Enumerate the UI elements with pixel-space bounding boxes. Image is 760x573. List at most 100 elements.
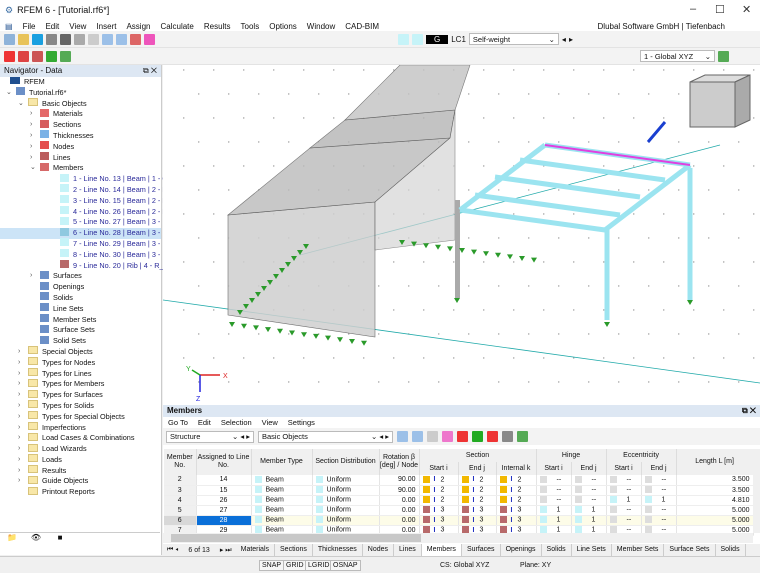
cell-member-no[interactable]: 2: [164, 475, 196, 485]
tree-nodes[interactable]: ›Nodes: [0, 142, 161, 153]
close-button[interactable]: ✕: [742, 3, 751, 16]
tree-folder[interactable]: ›Special Objects: [0, 347, 161, 358]
cell-section[interactable]: I2: [458, 495, 496, 505]
menu-assign[interactable]: Assign: [121, 22, 155, 31]
cell-rotation[interactable]: 0.00: [379, 505, 419, 515]
tab-solids[interactable]: Solids: [716, 544, 746, 556]
lgrid-toggle[interactable]: LGRID: [305, 560, 332, 571]
tree-folder[interactable]: Printout Reports: [0, 487, 161, 498]
cell-length[interactable]: 5.000: [676, 505, 753, 515]
cell-section-distribution[interactable]: Uniform: [312, 505, 379, 515]
menu-calculate[interactable]: Calculate: [155, 22, 198, 31]
tree-openings[interactable]: Openings: [0, 282, 161, 293]
minimize-button[interactable]: –: [690, 3, 696, 15]
tree-member-item[interactable]: 8 - Line No. 30 | Beam | 3 - IPE 20: [0, 250, 161, 261]
tree-thicknesses[interactable]: ›Thicknesses: [0, 131, 161, 142]
tree-folder[interactable]: ›Types for Nodes: [0, 358, 161, 369]
cell-section[interactable]: I3: [419, 515, 458, 525]
tree-rfem[interactable]: RFEM: [0, 77, 161, 88]
delete-icon[interactable]: [457, 431, 468, 442]
support-icon[interactable]: [46, 51, 57, 62]
tree-folder[interactable]: ›Types for Surfaces: [0, 390, 161, 401]
table-grid-icon[interactable]: [427, 431, 438, 442]
cell-section[interactable]: I2: [458, 485, 496, 495]
col-hinge-end[interactable]: End j: [571, 462, 606, 475]
export-icon[interactable]: [442, 431, 453, 442]
cell-hi[interactable]: --: [536, 495, 571, 505]
tree-member-item[interactable]: 2 - Line No. 14 | Beam | 2 - HE 20: [0, 185, 161, 196]
column-circular[interactable]: [455, 200, 460, 298]
panel-close-icon[interactable]: ⧉ ✕: [742, 406, 756, 416]
tree-lines[interactable]: ›Lines: [0, 153, 161, 164]
tree-member-sets[interactable]: Member Sets: [0, 315, 161, 326]
data-tab-icon[interactable]: 📁: [0, 533, 24, 554]
tree-folder[interactable]: ›Types for Solids: [0, 401, 161, 412]
formula-icon[interactable]: [502, 431, 513, 442]
osnap-toggle[interactable]: OSNAP: [330, 560, 361, 571]
tree-solid-sets[interactable]: Solid Sets: [0, 336, 161, 347]
tree-surfaces[interactable]: ›Surfaces: [0, 271, 161, 282]
table-row[interactable]: 214BeamUniform90.00I2I2I2--------3.500: [164, 475, 753, 485]
cell-section[interactable]: I2: [419, 485, 458, 495]
tree-materials[interactable]: ›Materials: [0, 109, 161, 120]
print-icon[interactable]: [60, 34, 71, 45]
tab-lines[interactable]: Lines: [394, 544, 422, 556]
expand-icon[interactable]: ›: [30, 271, 38, 282]
cell-member-no[interactable]: 4: [164, 495, 196, 505]
menu-tools[interactable]: Tools: [236, 22, 265, 31]
tree-folder[interactable]: ›Types for Lines: [0, 369, 161, 380]
menu-insert[interactable]: Insert: [91, 22, 121, 31]
cell-section-distribution[interactable]: Uniform: [312, 515, 379, 525]
expand-icon[interactable]: ›: [18, 347, 26, 358]
cell-hj[interactable]: 1: [571, 505, 606, 515]
navigator-close-icon[interactable]: ⧉ ✕: [143, 66, 157, 76]
horizontal-scrollbar[interactable]: [163, 533, 753, 543]
cell-ei[interactable]: 1: [606, 495, 641, 505]
members-menu-item[interactable]: Settings: [283, 418, 320, 427]
tab-line-sets[interactable]: Line Sets: [572, 544, 612, 556]
selected-member[interactable]: [545, 145, 690, 165]
expand-icon[interactable]: ›: [18, 476, 26, 487]
cell-hj[interactable]: --: [571, 485, 606, 495]
tab-thicknesses[interactable]: Thicknesses: [313, 544, 363, 556]
expand-icon[interactable]: ›: [30, 109, 38, 120]
tree-folder[interactable]: ›Guide Objects: [0, 476, 161, 487]
cell-rotation[interactable]: 0.00: [379, 495, 419, 505]
menu-window[interactable]: Window: [302, 22, 340, 31]
last-page-button[interactable]: ▸ ⏭: [216, 546, 236, 555]
tree-member-item[interactable]: 6 - Line No. 28 | Beam | 3 - IPE 20: [0, 228, 161, 239]
view-cube-icon[interactable]: [690, 75, 750, 127]
grid-toggle[interactable]: GRID: [283, 560, 307, 571]
cell-member-type[interactable]: Beam: [251, 515, 312, 525]
cell-hi[interactable]: --: [536, 475, 571, 485]
panel-icon[interactable]: [102, 34, 113, 45]
collapse-icon[interactable]: ⌄: [18, 99, 26, 110]
cell-section[interactable]: I3: [496, 515, 536, 525]
menu-results[interactable]: Results: [199, 22, 236, 31]
menu-view[interactable]: View: [64, 22, 91, 31]
collapse-icon[interactable]: ⌄: [30, 163, 38, 174]
tree-surface-sets[interactable]: Surface Sets: [0, 325, 161, 336]
cell-ej[interactable]: --: [641, 515, 676, 525]
table-row[interactable]: 527BeamUniform0.00I3I3I311----5.000: [164, 505, 753, 515]
cell-line-no[interactable]: 27: [196, 505, 251, 515]
expand-icon[interactable]: ›: [30, 131, 38, 142]
tab-member-sets[interactable]: Member Sets: [612, 544, 665, 556]
menu-cad-bim[interactable]: CAD-BIM: [340, 22, 384, 31]
col-rotation[interactable]: Rotation β [deg] / Node: [379, 449, 419, 475]
model-icon[interactable]: [130, 34, 141, 45]
views-tab-icon[interactable]: ■: [48, 533, 72, 554]
tree-members[interactable]: ⌄Members: [0, 163, 161, 174]
cell-member-type[interactable]: Beam: [251, 485, 312, 495]
cell-length[interactable]: 3.500: [676, 475, 753, 485]
table-row[interactable]: 426BeamUniform0.00I2I2I2----114.810: [164, 495, 753, 505]
cell-section-distribution[interactable]: Uniform: [312, 485, 379, 495]
cell-rotation[interactable]: 0.00: [379, 515, 419, 525]
cell-section[interactable]: I2: [419, 495, 458, 505]
next-lc-button[interactable]: ▸: [569, 35, 573, 44]
tree-folder[interactable]: ›Load Cases & Combinations: [0, 433, 161, 444]
new-icon[interactable]: [4, 34, 15, 45]
tree-folder[interactable]: ›Types for Special Objects: [0, 412, 161, 423]
cell-hj[interactable]: --: [571, 475, 606, 485]
display-tab-icon[interactable]: 👁: [24, 533, 48, 554]
